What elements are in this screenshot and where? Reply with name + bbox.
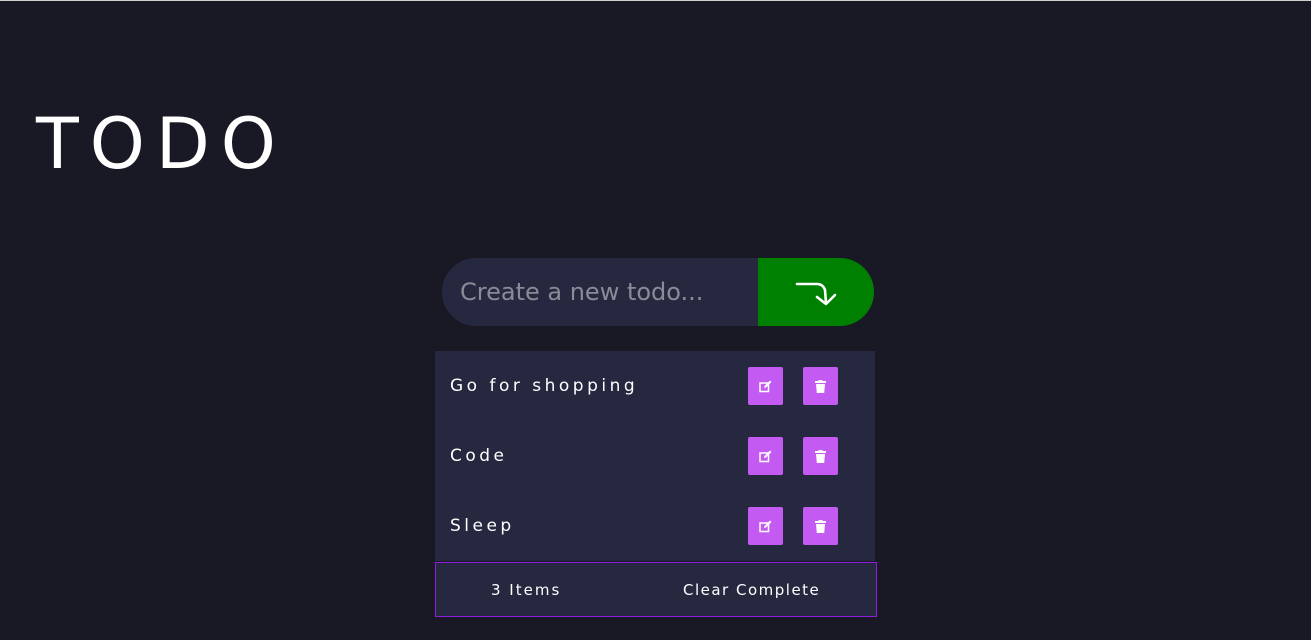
edit-button[interactable] <box>748 367 783 405</box>
edit-button[interactable] <box>748 437 783 475</box>
edit-icon <box>759 380 772 392</box>
edit-icon <box>759 520 772 532</box>
new-todo-form <box>442 258 874 326</box>
delete-button[interactable] <box>803 367 838 405</box>
todo-footer: 3 Items Clear Complete <box>435 562 877 617</box>
trash-icon <box>815 519 826 533</box>
delete-button[interactable] <box>803 437 838 475</box>
top-border <box>0 0 1311 1</box>
todo-list: Go for shopping Code Sleep <box>435 351 875 561</box>
clear-complete-button[interactable]: Clear Complete <box>683 581 820 599</box>
todo-item: Go for shopping <box>435 351 875 421</box>
trash-icon <box>815 379 826 393</box>
items-count: 3 Items <box>491 580 562 599</box>
arrow-turn-down-right-icon <box>795 282 837 306</box>
new-todo-input[interactable] <box>442 258 758 326</box>
todo-text: Code <box>450 446 508 466</box>
todo-text: Go for shopping <box>450 376 639 396</box>
edit-icon <box>759 450 772 462</box>
page-title: TODO <box>36 103 287 185</box>
todo-text: Sleep <box>450 516 515 536</box>
edit-button[interactable] <box>748 507 783 545</box>
todo-item: Sleep <box>435 491 875 561</box>
trash-icon <box>815 449 826 463</box>
delete-button[interactable] <box>803 507 838 545</box>
add-todo-button[interactable] <box>758 258 874 326</box>
todo-item: Code <box>435 421 875 491</box>
